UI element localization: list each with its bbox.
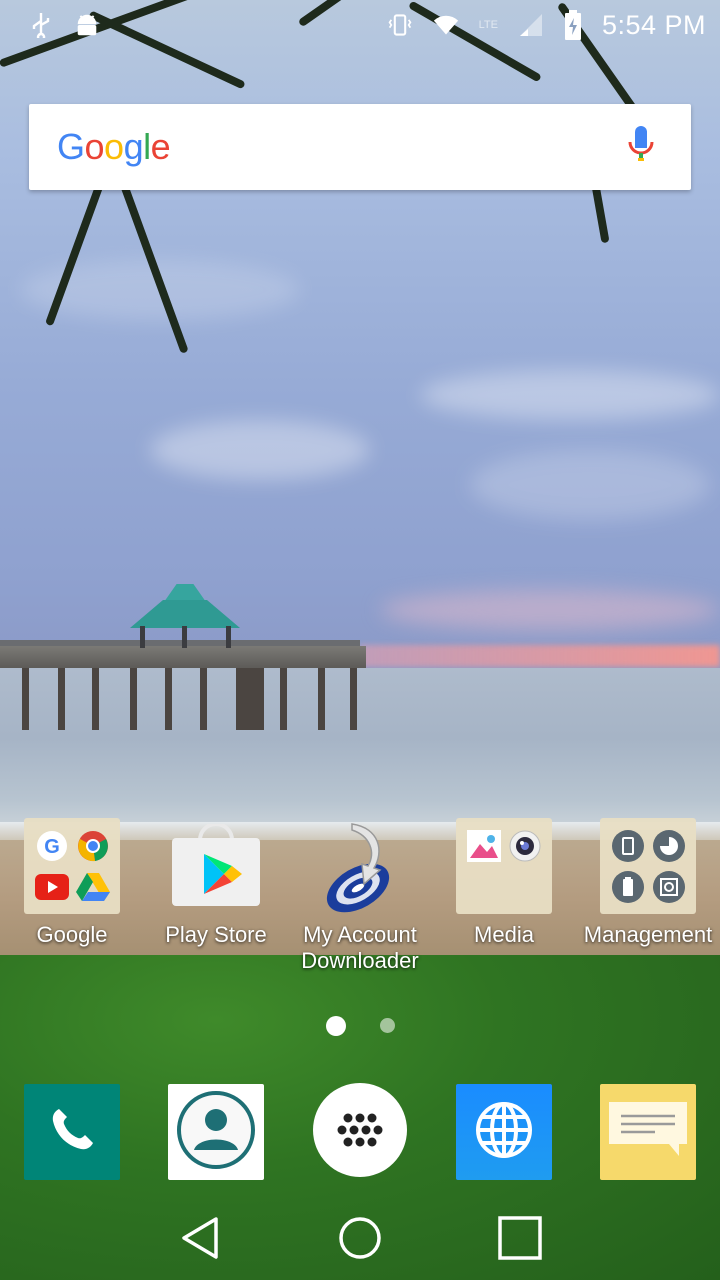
messages-icon — [607, 1100, 689, 1165]
vibrate-icon — [387, 12, 413, 38]
app-label: Management — [583, 922, 713, 947]
dock-messages[interactable] — [600, 1084, 696, 1180]
app-label: Google — [36, 922, 108, 947]
home-button[interactable] — [330, 1210, 390, 1270]
lte-icon: LTE — [478, 19, 498, 31]
battery-charging-icon — [564, 10, 582, 40]
signal-icon — [518, 12, 544, 38]
page-indicator — [0, 1016, 720, 1036]
google-search-bar[interactable]: Google — [29, 104, 691, 190]
dock-browser[interactable] — [456, 1084, 552, 1180]
google-folder-icon: G — [24, 818, 120, 914]
app-my-account-downloader[interactable]: My Account Downloader — [288, 818, 432, 974]
app-management-folder[interactable]: Management — [576, 818, 720, 948]
google-logo-letter: l — [143, 126, 151, 167]
phone-icon — [47, 1105, 97, 1160]
google-logo-letter: o — [84, 126, 105, 167]
my-account-downloader-icon — [312, 818, 408, 914]
app-label: Media — [474, 922, 534, 947]
usb-icon — [28, 12, 54, 38]
dock-contacts[interactable] — [168, 1084, 264, 1180]
page-dot-active[interactable] — [325, 1016, 346, 1036]
recents-icon — [497, 1215, 543, 1266]
dock-phone[interactable] — [24, 1084, 120, 1180]
back-icon — [180, 1216, 220, 1265]
dock-app-drawer[interactable] — [312, 1082, 408, 1183]
google-logo-letter: e — [150, 126, 171, 167]
app-label: My Account Downloader — [301, 922, 419, 973]
media-folder-icon — [456, 818, 552, 914]
google-logo-letter: g — [123, 126, 144, 167]
back-button[interactable] — [170, 1210, 230, 1270]
app-play-store[interactable]: Play Store — [144, 818, 288, 948]
contacts-icon — [176, 1090, 256, 1175]
app-label: Play Store — [165, 922, 267, 947]
app-drawer-icon — [312, 1082, 408, 1183]
home-icon — [337, 1215, 383, 1266]
app-media-folder[interactable]: Media — [432, 818, 576, 948]
app-google-folder[interactable]: G Google — [0, 818, 144, 948]
google-logo-letter: o — [104, 126, 124, 167]
navigation-bar — [0, 1200, 720, 1280]
play-store-icon — [168, 818, 264, 914]
mic-icon[interactable] — [627, 125, 655, 169]
wifi-icon — [433, 12, 459, 38]
google-logo: Google — [57, 126, 171, 168]
google-logo-letter: G — [57, 126, 85, 167]
status-bar: LTE 5:54 PM — [0, 0, 720, 50]
page-dot[interactable] — [379, 1018, 395, 1033]
recents-button[interactable] — [490, 1210, 550, 1270]
svg-text:G: G — [44, 836, 60, 858]
android-debug-icon — [74, 12, 100, 38]
browser-icon — [474, 1100, 534, 1165]
clock-time: 5:54 PM — [601, 9, 706, 40]
management-folder-icon — [600, 818, 696, 914]
